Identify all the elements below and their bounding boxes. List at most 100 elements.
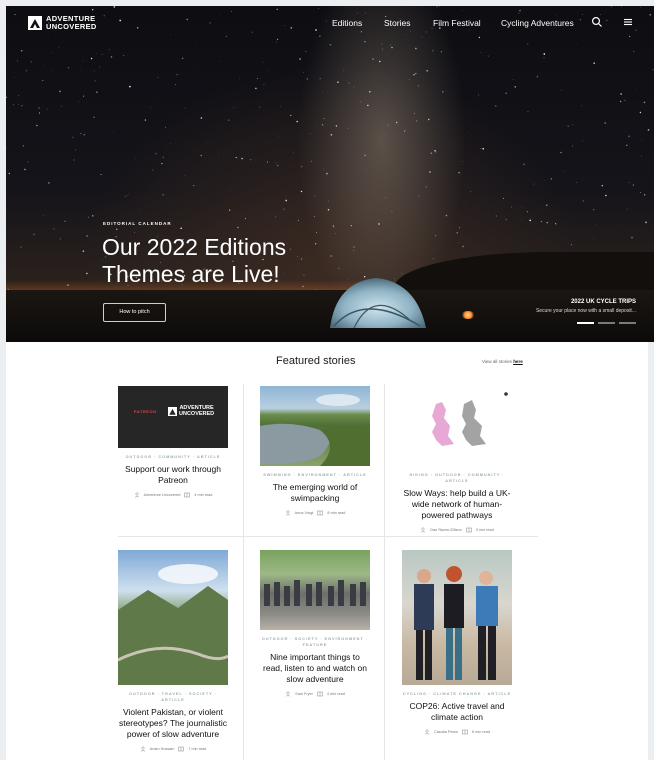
how-to-pitch-button[interactable]: How to pitch <box>103 303 166 322</box>
story-card[interactable]: CYCLING · CLIMATE CHANGE · ARTICLE COP26… <box>402 550 512 735</box>
star <box>404 130 406 132</box>
star <box>184 107 186 109</box>
star <box>571 145 574 147</box>
star <box>639 111 642 114</box>
star <box>550 178 552 180</box>
star <box>36 124 38 127</box>
menu-icon[interactable] <box>622 16 634 28</box>
star <box>64 220 66 223</box>
column-divider <box>243 384 244 760</box>
story-card[interactable]: OUTDOOR · SOCIETY · ENVIRONMENT · FEATUR… <box>260 550 370 697</box>
story-card[interactable]: SWIMMING · ENVIRONMENT · ARTICLE The eme… <box>260 386 370 516</box>
star <box>27 161 29 163</box>
featured-panel: Featured stories View all stories here P… <box>6 342 648 760</box>
star <box>379 60 381 63</box>
star <box>161 162 163 165</box>
mountain-scene <box>118 564 228 685</box>
card-title[interactable]: Nine important things to read, listen to… <box>260 652 370 685</box>
slider-dot[interactable] <box>577 322 594 324</box>
star <box>502 197 505 199</box>
star <box>601 184 604 187</box>
nav-film-festival[interactable]: Film Festival <box>433 18 481 28</box>
star <box>47 108 48 110</box>
star <box>275 216 277 218</box>
nav-cycling-adventures[interactable]: Cycling Adventures <box>501 18 574 28</box>
promo-title[interactable]: 2022 UK CYCLE TRIPS <box>571 299 636 305</box>
star <box>42 79 44 82</box>
card-title[interactable]: Slow Ways: help build a UK-wide network … <box>402 488 512 521</box>
star <box>401 117 402 118</box>
star <box>567 125 569 127</box>
hikers-group-image <box>260 550 370 630</box>
nav-stories[interactable]: Stories <box>384 18 410 28</box>
star <box>414 113 416 114</box>
star <box>257 77 258 79</box>
star <box>348 82 350 84</box>
star <box>378 223 380 225</box>
star <box>505 218 507 221</box>
star <box>335 125 338 127</box>
slider-dot[interactable] <box>598 322 615 324</box>
story-card[interactable]: HIKING · OUTDOOR · COMMUNITY · ARTICLE S… <box>402 386 512 533</box>
star <box>560 151 562 154</box>
card-title[interactable]: COP26: Active travel and climate action <box>402 701 512 723</box>
star <box>367 104 369 107</box>
view-all-link[interactable]: View all stories here <box>482 359 523 364</box>
star <box>514 86 516 88</box>
promo-subtitle: Secure your place now with a small depos… <box>535 308 636 314</box>
author-icon <box>421 527 426 533</box>
star <box>181 57 184 60</box>
star <box>467 132 469 134</box>
star <box>487 55 489 57</box>
star <box>162 156 164 158</box>
slider-dot[interactable] <box>619 322 636 324</box>
cop26-people-image <box>402 550 512 685</box>
star <box>395 121 398 124</box>
star <box>150 107 151 108</box>
star <box>525 125 527 126</box>
card-tags: OUTDOOR · SOCIETY · ENVIRONMENT · FEATUR… <box>261 637 369 647</box>
star <box>216 142 217 144</box>
star <box>593 237 594 239</box>
star <box>458 172 460 174</box>
swimpacking-image <box>260 386 370 466</box>
patreon-banner-image: PATREON ADVENTURE UNCOVERED <box>118 386 228 448</box>
nav-editions[interactable]: Editions <box>332 18 362 28</box>
story-card[interactable]: PATREON ADVENTURE UNCOVERED OUTDOOR · COM… <box>118 386 228 498</box>
star <box>220 61 222 62</box>
site-logo[interactable]: ADVENTURE UNCOVERED <box>28 15 116 31</box>
star <box>51 69 53 71</box>
story-card[interactable]: OUTDOOR · TRAVEL · SOCIETY · ARTICLE Vio… <box>118 550 228 752</box>
card-title[interactable]: Support our work through Patreon <box>118 464 228 486</box>
star <box>316 232 317 233</box>
star <box>53 228 55 230</box>
author-icon <box>140 746 145 752</box>
star <box>96 53 97 54</box>
star <box>645 221 647 224</box>
star <box>59 238 61 240</box>
star <box>267 70 269 72</box>
star <box>128 193 130 195</box>
star <box>228 119 230 121</box>
star <box>442 91 444 93</box>
search-icon[interactable] <box>591 16 603 28</box>
star <box>322 90 323 92</box>
star <box>529 219 532 222</box>
star <box>536 75 539 78</box>
hero-title[interactable]: Our 2022 Editions Themes are Live! <box>102 234 342 288</box>
star <box>505 92 507 94</box>
star <box>470 191 471 192</box>
star <box>17 60 19 62</box>
card-author: Adventure Uncovered <box>143 493 181 497</box>
star <box>126 195 128 196</box>
patreon-logo: ADVENTURE UNCOVERED <box>168 405 214 417</box>
author-icon <box>285 510 290 516</box>
card-title[interactable]: Violent Pakistan, or violent stereotypes… <box>118 707 228 740</box>
star <box>330 133 333 136</box>
star <box>87 216 90 219</box>
star <box>620 93 622 95</box>
card-title[interactable]: The emerging world of swimpacking <box>260 482 370 504</box>
star <box>631 236 633 239</box>
star <box>582 200 584 202</box>
star <box>322 124 324 126</box>
